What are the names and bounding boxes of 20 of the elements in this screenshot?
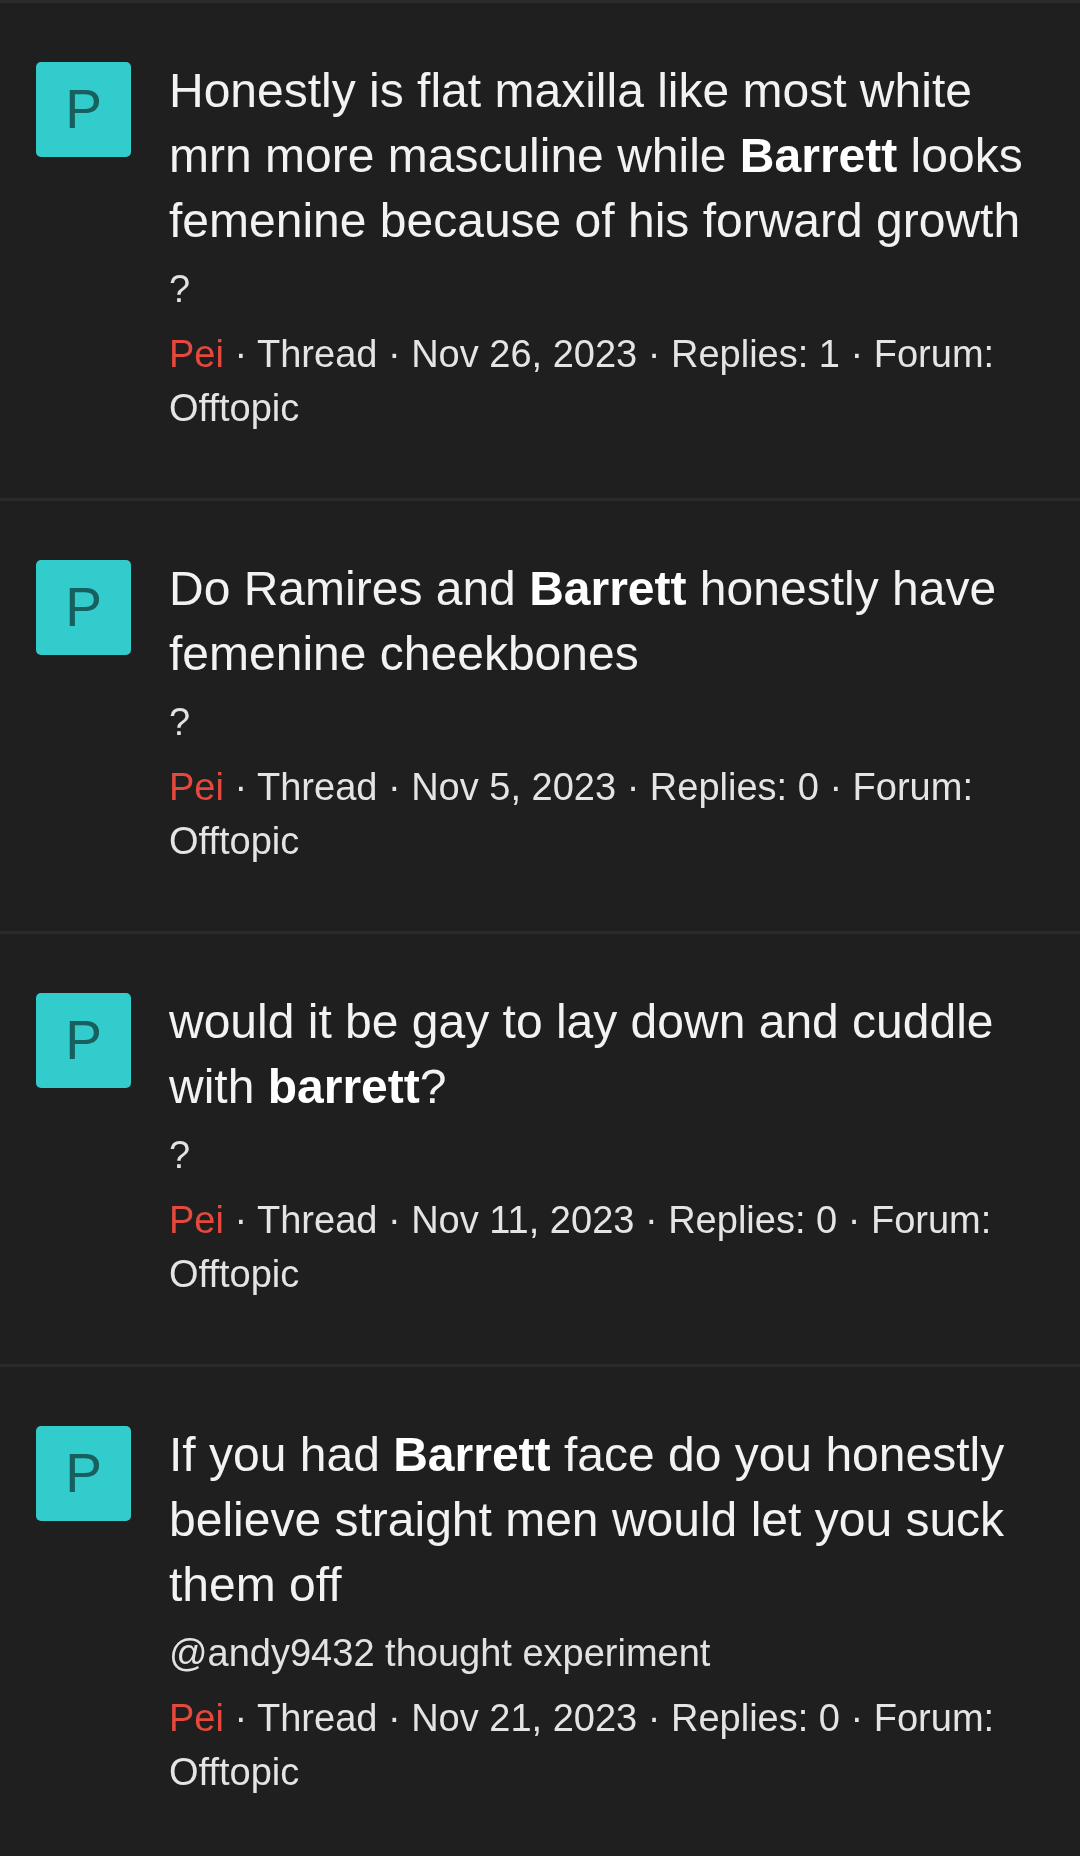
thread-title-link[interactable]: Honestly is flat maxilla like most white mrn more masculine while Barrett looks femenine because of his forward growth — [169, 58, 1049, 253]
snippet-text: ? — [169, 1133, 191, 1178]
author-link[interactable]: Pei — [169, 333, 224, 375]
thread-title-link[interactable]: Do Ramires and Barrett honestly have femenine cheekbones — [169, 556, 1049, 686]
avatar[interactable]: P — [36, 62, 131, 157]
author-link[interactable]: Pei — [169, 766, 224, 808]
result-meta: Pei · Thread · Nov 26, 2023 · Replies: 1 · Forum: Offtopic — [169, 332, 996, 431]
author-link[interactable]: Pei — [169, 1199, 224, 1241]
avatar[interactable]: P — [36, 560, 131, 655]
thread-title-link[interactable]: would it be gay to lay down and cuddle with barrett? — [169, 989, 1049, 1119]
avatar[interactable]: P — [36, 1426, 131, 1521]
result-meta: Pei · Thread · Nov 21, 2023 · Replies: 0 · Forum: Offtopic — [169, 1696, 996, 1795]
avatar[interactable]: P — [36, 993, 131, 1088]
result-meta: Pei · Thread · Nov 5, 2023 · Replies: 0 · Forum: Offtopic — [169, 765, 974, 864]
thread-title-link[interactable]: If you had Barrett face do you honestly believe straight men would let you suck them off — [169, 1422, 1049, 1617]
snippet-text: ? — [169, 700, 191, 745]
author-link[interactable]: Pei — [169, 1697, 224, 1739]
result-meta: Pei · Thread · Nov 11, 2023 · Replies: 0 · Forum: Offtopic — [169, 1198, 993, 1297]
snippet-text: ? — [169, 267, 191, 312]
snippet-text: @andy9432 thought experiment — [169, 1631, 711, 1676]
